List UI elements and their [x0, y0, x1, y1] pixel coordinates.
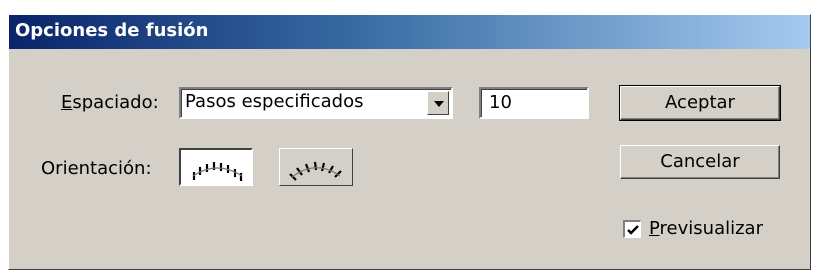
spacing-select-value: Pasos especificados — [185, 91, 364, 112]
blend-options-dialog: Opciones de fusión Espaciado: Pasos espe… — [8, 14, 811, 270]
cancel-button[interactable]: Cancelar — [620, 145, 780, 179]
align-to-path-icon — [289, 161, 342, 181]
preview-label-mnemonic: P — [649, 218, 660, 239]
spacing-label-text: spaciado: — [72, 92, 159, 113]
steps-input-value: 10 — [489, 92, 512, 113]
spacing-select[interactable]: Pasos especificados — [179, 87, 453, 119]
spacing-dropdown-button[interactable] — [427, 91, 449, 115]
title-bar: Opciones de fusión — [9, 15, 810, 49]
spacing-label: Espaciado: — [61, 92, 159, 113]
steps-input[interactable]: 10 — [479, 87, 589, 119]
preview-label[interactable]: Previsualizar — [649, 218, 763, 239]
checkmark-icon — [627, 225, 639, 235]
ok-button[interactable]: Aceptar — [619, 85, 781, 121]
spacing-label-mnemonic: E — [61, 92, 73, 113]
orientation-align-to-page-button[interactable] — [179, 148, 253, 186]
dialog-title: Opciones de fusión — [15, 20, 209, 41]
orientation-align-to-path-button[interactable] — [279, 148, 353, 186]
preview-checkbox[interactable] — [623, 220, 641, 238]
align-to-page-icon — [192, 162, 243, 181]
orientation-label: Orientación: — [41, 158, 152, 179]
chevron-down-icon — [434, 101, 444, 107]
preview-label-text: revisualizar — [659, 218, 763, 239]
